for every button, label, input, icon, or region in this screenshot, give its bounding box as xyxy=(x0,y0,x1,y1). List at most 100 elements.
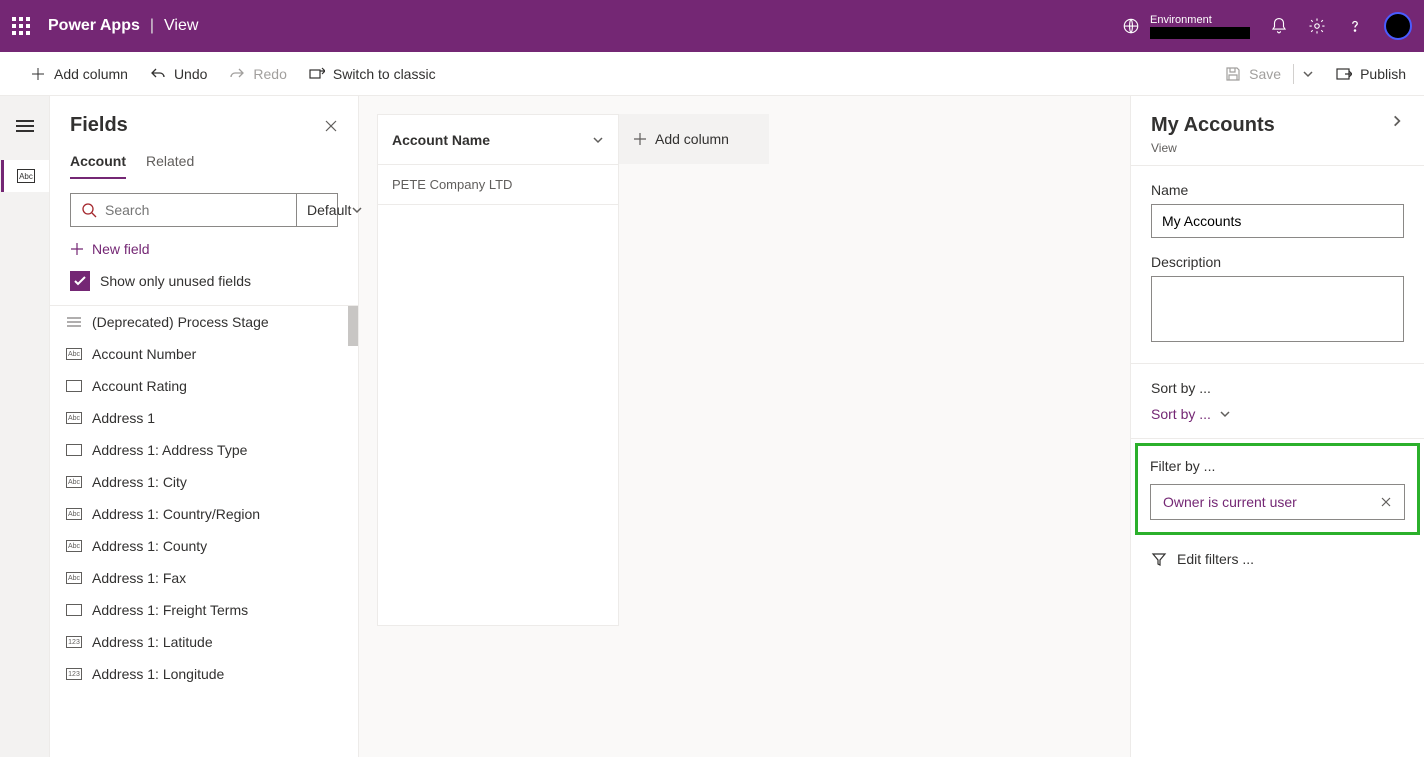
app-launcher-icon[interactable] xyxy=(12,17,30,35)
tab-related[interactable]: Related xyxy=(146,147,194,179)
field-filter-label: Default xyxy=(307,202,351,218)
field-list-item-label: Account Number xyxy=(92,346,196,362)
brand-title: Power Apps | View xyxy=(48,17,198,35)
view-subtitle: View xyxy=(1151,141,1275,155)
globe-icon xyxy=(1122,17,1140,35)
redo-label: Redo xyxy=(253,66,286,82)
field-list-item[interactable]: (Deprecated) Process Stage xyxy=(50,306,358,338)
column-header-account-name[interactable]: Account Name xyxy=(378,115,618,165)
list-field-icon xyxy=(66,316,82,328)
rail-menu-toggle[interactable] xyxy=(1,110,49,142)
field-list-item[interactable]: 123Address 1: Longitude xyxy=(50,658,358,690)
properties-panel: My Accounts View Name Description Sort b… xyxy=(1130,96,1424,757)
field-list-item[interactable]: Address 1: Address Type xyxy=(50,434,358,466)
undo-button[interactable]: Undo xyxy=(150,66,207,82)
save-label: Save xyxy=(1249,66,1281,82)
notifications-icon[interactable] xyxy=(1270,17,1288,35)
switch-to-classic-label: Switch to classic xyxy=(333,66,436,82)
publish-label: Publish xyxy=(1360,66,1406,82)
box-field-icon xyxy=(66,444,82,456)
description-input[interactable] xyxy=(1151,276,1404,342)
tab-account[interactable]: Account xyxy=(70,147,126,179)
view-title: My Accounts xyxy=(1151,114,1275,137)
field-list-item-label: (Deprecated) Process Stage xyxy=(92,314,269,330)
abcdef-field-icon: Abc xyxy=(66,412,82,424)
left-rail: Abc xyxy=(0,96,50,757)
field-list-item-label: Address 1: City xyxy=(92,474,187,490)
close-icon[interactable] xyxy=(1380,496,1392,508)
page-name: View xyxy=(164,17,198,35)
box-field-icon xyxy=(66,380,82,392)
hamburger-icon xyxy=(16,120,34,132)
field-list-item-label: Address 1: Freight Terms xyxy=(92,602,248,618)
chevron-right-icon[interactable] xyxy=(1390,114,1404,128)
fields-panel: Fields Account Related Default New field xyxy=(50,96,359,757)
add-column-button[interactable]: Add column xyxy=(30,66,128,82)
123-field-icon: 123 xyxy=(66,636,82,648)
name-description-section: Name Description xyxy=(1131,166,1424,364)
rail-fields-button[interactable]: Abc xyxy=(1,160,49,192)
publish-button[interactable]: Publish xyxy=(1336,66,1406,82)
undo-label: Undo xyxy=(174,66,207,82)
chevron-down-icon xyxy=(1219,408,1231,420)
field-list[interactable]: (Deprecated) Process StageAbcAccount Num… xyxy=(50,306,358,757)
view-canvas: Account Name PETE Company LTD Add column xyxy=(359,96,1130,757)
add-column-label: Add column xyxy=(54,66,128,82)
name-label: Name xyxy=(1151,182,1404,198)
field-search-row: Default xyxy=(70,193,338,227)
name-input[interactable] xyxy=(1151,204,1404,238)
environment-label: Environment xyxy=(1150,13,1250,27)
main-area: Abc Fields Account Related Default xyxy=(0,96,1424,757)
check-icon xyxy=(73,274,87,288)
field-list-item[interactable]: AbcAddress 1: Country/Region xyxy=(50,498,358,530)
help-icon[interactable] xyxy=(1346,17,1364,35)
edit-filters-button[interactable]: Edit filters ... xyxy=(1131,539,1424,579)
sort-by-value: Sort by ... xyxy=(1151,406,1211,422)
sort-section: Sort by ... Sort by ... xyxy=(1131,364,1424,439)
plus-icon xyxy=(70,242,84,256)
field-list-item-label: Address 1: Longitude xyxy=(92,666,224,682)
field-list-item-label: Address 1: Address Type xyxy=(92,442,247,458)
save-button: Save xyxy=(1225,66,1281,82)
add-column-chip[interactable]: Add column xyxy=(619,114,769,164)
filter-chip-owner[interactable]: Owner is current user xyxy=(1150,484,1405,520)
fields-title: Fields xyxy=(70,114,128,137)
settings-icon[interactable] xyxy=(1308,17,1326,35)
show-unused-toggle-row: Show only unused fields xyxy=(50,257,358,306)
new-field-button[interactable]: New field xyxy=(50,227,358,257)
field-list-item[interactable]: Address 1: Freight Terms xyxy=(50,594,358,626)
filter-by-label: Filter by ... xyxy=(1150,458,1405,474)
field-list-item-label: Address 1: Latitude xyxy=(92,634,213,650)
grid-cell: PETE Company LTD xyxy=(378,165,618,205)
chevron-down-icon xyxy=(592,134,604,146)
user-avatar[interactable] xyxy=(1384,12,1412,40)
description-label: Description xyxy=(1151,254,1404,270)
filter-section-highlight: Filter by ... Owner is current user xyxy=(1135,443,1420,535)
field-search-input[interactable] xyxy=(105,202,286,218)
field-list-item[interactable]: AbcAccount Number xyxy=(50,338,358,370)
field-filter-dropdown[interactable]: Default xyxy=(296,194,373,226)
field-list-item[interactable]: AbcAddress 1: County xyxy=(50,530,358,562)
field-list-item[interactable]: Abc Address 1: Fax xyxy=(50,562,358,594)
brand-separator: | xyxy=(150,17,154,35)
sort-by-label: Sort by ... xyxy=(1151,380,1404,396)
field-list-item-label: Address 1: Fax xyxy=(92,570,186,586)
field-list-item[interactable]: AbcAddress 1 xyxy=(50,402,358,434)
save-dropdown[interactable] xyxy=(1293,64,1314,84)
environment-selector[interactable]: Environment xyxy=(1122,13,1250,39)
abc-field-icon: Abc xyxy=(66,476,82,488)
abc-field-icon: Abc xyxy=(66,572,82,584)
abc-icon: Abc xyxy=(17,169,35,183)
switch-to-classic-button[interactable]: Switch to classic xyxy=(309,66,436,82)
close-fields-button[interactable] xyxy=(324,119,338,133)
show-unused-checkbox[interactable] xyxy=(70,271,90,291)
scrollbar-thumb[interactable] xyxy=(348,306,358,346)
grid-empty-space xyxy=(378,205,618,625)
field-list-item[interactable]: 123 Address 1: Latitude xyxy=(50,626,358,658)
sort-by-dropdown[interactable]: Sort by ... xyxy=(1151,402,1404,422)
plus-icon xyxy=(633,132,647,146)
field-list-item[interactable]: Account Rating xyxy=(50,370,358,402)
field-list-item-label: Address 1: Country/Region xyxy=(92,506,260,522)
redo-button: Redo xyxy=(229,66,286,82)
field-list-item[interactable]: Abc Address 1: City xyxy=(50,466,358,498)
